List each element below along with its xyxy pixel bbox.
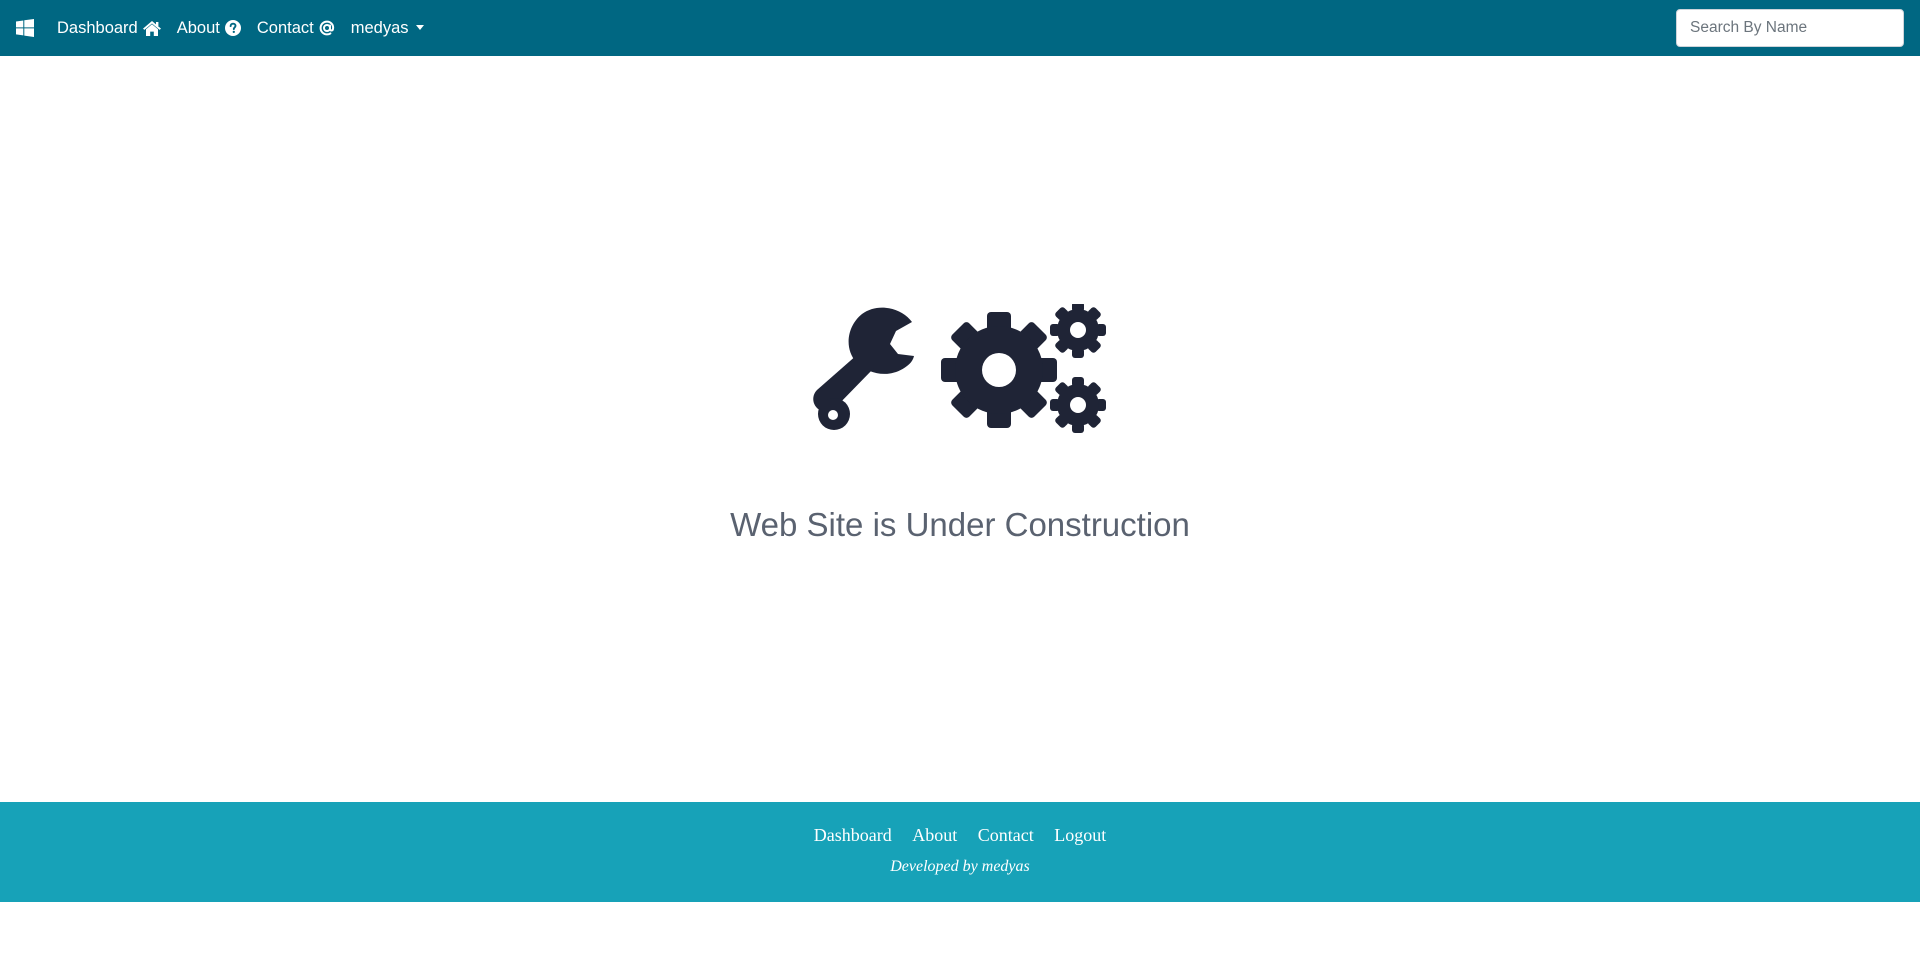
footer-link-contact[interactable]: Contact [978,825,1034,845]
footer-link-dashboard[interactable]: Dashboard [814,825,892,845]
user-menu-dropdown[interactable]: medyas [351,19,424,38]
at-icon [319,20,335,36]
nav-link-contact-label: Contact [256,18,314,37]
caret-down-icon [415,24,424,30]
footer-link-logout[interactable]: Logout [1054,825,1106,845]
nav-link-contact[interactable]: Contact [257,19,335,38]
home-icon [142,20,161,36]
tools-gears-icon [813,304,1106,433]
nav-link-dashboard[interactable]: Dashboard [57,19,161,38]
top-navbar: Dashboard About Contact medyas Search By… [0,0,1920,56]
nav-link-about-label: About [176,18,220,37]
footer-links: Dashboard About Contact Logout [0,825,1920,846]
footer-credit: Developed by medyas [890,858,1030,875]
nav-links: Dashboard About Contact medyas [57,0,440,56]
nav-link-about[interactable]: About [177,19,241,38]
windows-icon[interactable] [16,19,34,37]
user-menu-label: medyas [350,18,409,37]
search-input[interactable] [1676,9,1904,47]
question-circle-icon [224,20,241,36]
nav-link-dashboard-label: Dashboard [57,18,138,37]
page-heading: Web Site is Under Construction [730,506,1190,543]
footer: Dashboard About Contact Logout Developed… [0,802,1920,902]
footer-link-about[interactable]: About [912,825,957,845]
